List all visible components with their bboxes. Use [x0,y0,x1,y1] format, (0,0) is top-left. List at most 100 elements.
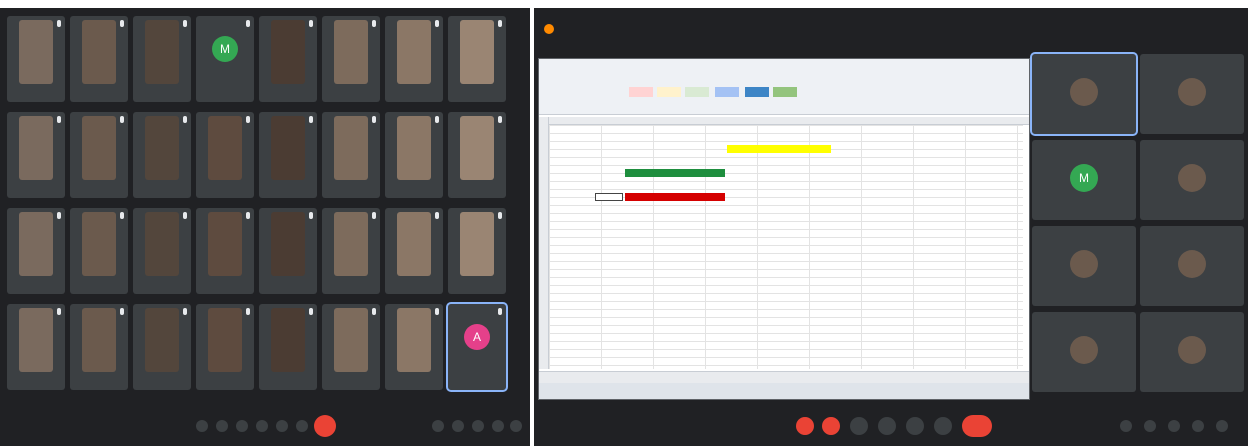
bottom-control-bar-right [534,406,1248,446]
participant-video [1070,78,1098,106]
shared-screen-spreadsheet [538,58,1030,400]
participant-video [208,116,242,180]
ribbon-style-good[interactable] [685,87,709,97]
participant-tile[interactable] [7,304,65,390]
host-controls-icon[interactable] [510,420,522,432]
side-participant-tile[interactable] [1140,140,1244,220]
participant-tile[interactable] [196,112,254,198]
side-participant-tile[interactable] [1030,52,1138,136]
participant-tile[interactable] [196,304,254,390]
mic-muted-icon [435,212,439,219]
host-controls-icon-right[interactable] [1216,420,1228,432]
participant-video [1178,250,1206,278]
mic-muted-icon [246,308,250,315]
participant-tile[interactable]: A [446,302,508,392]
participant-tile[interactable] [322,304,380,390]
hang-up-button-right[interactable] [962,415,992,437]
mic-button[interactable] [196,420,208,432]
side-participant-tile[interactable] [1032,226,1136,306]
side-participant-tile[interactable] [1140,312,1244,392]
green-bar-cell[interactable] [625,169,725,177]
info-icon-right[interactable] [1120,420,1132,432]
more-options-button[interactable] [296,420,308,432]
participant-tile[interactable] [385,112,443,198]
ribbon-style-bad[interactable] [629,87,653,97]
participant-video [397,212,431,276]
captions-button[interactable] [236,420,248,432]
raise-hand-button-right[interactable] [878,417,896,435]
captions-button-right[interactable] [850,417,868,435]
bottom-control-bar [0,406,530,446]
ribbon-style-calc[interactable] [715,87,739,97]
chat-icon-right[interactable] [1168,420,1180,432]
participant-tile[interactable] [7,112,65,198]
participant-tile[interactable] [448,208,506,294]
participant-tile[interactable] [322,112,380,198]
participant-video [397,20,431,84]
selected-cell[interactable] [595,193,623,201]
mic-muted-icon [498,308,502,315]
participant-tile[interactable] [70,112,128,198]
row-headers [539,117,549,369]
participant-tile[interactable] [133,112,191,198]
participant-tile[interactable] [7,208,65,294]
participant-tile[interactable] [259,112,317,198]
participant-tile[interactable] [70,16,128,102]
participant-tile[interactable] [133,208,191,294]
participant-tile[interactable] [322,16,380,102]
participant-tile[interactable] [448,16,506,102]
participant-video [19,212,53,276]
participant-tile[interactable] [385,304,443,390]
participant-tile[interactable] [196,208,254,294]
people-icon[interactable] [452,420,464,432]
participant-tile[interactable] [70,304,128,390]
camera-off-button[interactable] [822,417,840,435]
sheet-tabs[interactable] [539,371,1029,383]
mic-muted-icon [498,116,502,123]
participant-video [208,308,242,372]
mic-off-button[interactable] [796,417,814,435]
camera-button[interactable] [216,420,228,432]
participant-video [145,116,179,180]
participant-video [208,212,242,276]
ribbon-style-neutral[interactable] [657,87,681,97]
participant-tile[interactable] [259,304,317,390]
people-icon-right[interactable] [1144,420,1156,432]
red-bar-cell[interactable] [625,193,725,201]
participant-tile[interactable] [322,208,380,294]
more-options-button-right[interactable] [934,417,952,435]
participant-tile[interactable]: M [196,16,254,102]
participant-tile[interactable] [259,208,317,294]
highlighted-title-cell[interactable] [727,145,831,153]
participant-tile[interactable] [133,304,191,390]
participant-tile[interactable] [70,208,128,294]
side-participant-tile[interactable] [1140,226,1244,306]
participant-tile[interactable] [448,112,506,198]
activities-icon[interactable] [492,420,504,432]
chat-icon[interactable] [472,420,484,432]
side-participant-tile[interactable] [1032,312,1136,392]
participant-video [397,116,431,180]
present-button[interactable] [276,420,288,432]
participant-tile[interactable] [133,16,191,102]
raise-hand-button[interactable] [256,420,268,432]
mic-muted-icon [183,212,187,219]
participant-tile[interactable] [385,16,443,102]
mic-muted-icon [309,20,313,27]
mic-muted-icon [183,20,187,27]
cell-grid[interactable] [549,125,1023,369]
participant-video [334,20,368,84]
info-icon[interactable] [432,420,444,432]
activities-icon-right[interactable] [1192,420,1204,432]
present-button-right[interactable] [906,417,924,435]
side-participant-tile[interactable] [1140,54,1244,134]
participant-tile[interactable] [7,16,65,102]
participant-tile[interactable] [259,16,317,102]
ribbon-style-check[interactable] [745,87,769,97]
side-participant-tile[interactable]: M [1032,140,1136,220]
participant-tile[interactable] [385,208,443,294]
hang-up-button[interactable] [314,415,336,437]
ribbon-style-input[interactable] [773,87,797,97]
mic-muted-icon [120,20,124,27]
participant-video [1070,250,1098,278]
